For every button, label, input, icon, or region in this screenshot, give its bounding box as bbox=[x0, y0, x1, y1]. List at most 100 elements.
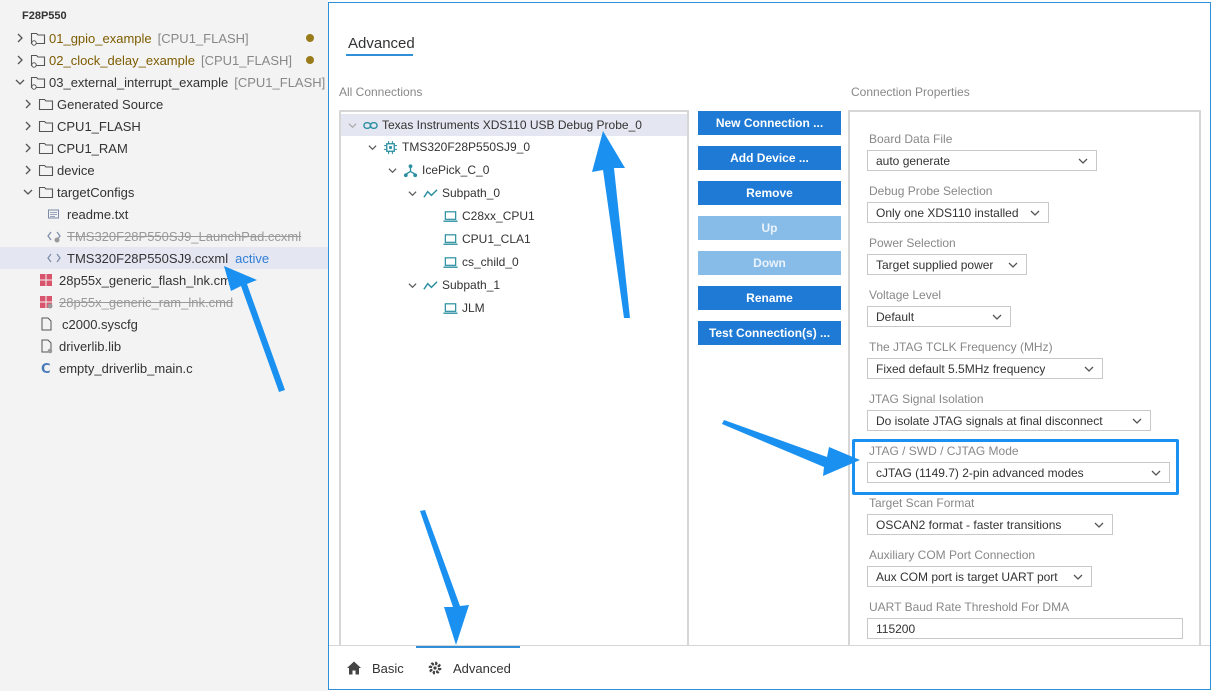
rename-button[interactable]: Rename bbox=[698, 286, 841, 310]
connection-probe[interactable]: Texas Instruments XDS110 USB Debug Probe… bbox=[341, 114, 687, 136]
tree-item-label: TMS320F28P550SJ9_LaunchPad.ccxml bbox=[67, 228, 302, 244]
connection-label: TMS320F28P550SJ9_0 bbox=[402, 140, 531, 154]
connection-cpu1-cla1[interactable]: CPU1_CLA1 bbox=[443, 228, 531, 250]
tree-item-readme[interactable]: readme.txt bbox=[0, 203, 328, 225]
tree-item-target-configs[interactable]: targetConfigs bbox=[0, 181, 328, 203]
active-badge: active bbox=[235, 250, 270, 266]
aux-com-port-select[interactable]: Aux COM port is target UART port bbox=[867, 566, 1092, 587]
tab-advanced[interactable]: Advanced bbox=[427, 646, 511, 690]
tree-item-external-interrupt-example[interactable]: 03_external_interrupt_example [CPU1_FLAS… bbox=[0, 71, 328, 93]
chevron-down-icon[interactable] bbox=[14, 76, 26, 88]
laptop-icon bbox=[443, 301, 458, 316]
connection-subpath-1[interactable]: Subpath_1 bbox=[405, 274, 500, 296]
select-value: auto generate bbox=[876, 153, 951, 168]
add-device-button[interactable]: Add Device ... bbox=[698, 146, 841, 170]
project-explorer: F28P550 01_gpio_example [CPU1_FLASH] 02_… bbox=[0, 0, 328, 691]
debug-probe-selection-select[interactable]: Only one XDS110 installed bbox=[867, 202, 1049, 223]
chevron-down-icon[interactable] bbox=[405, 189, 419, 198]
tree-item-main-c[interactable]: C empty_driverlib_main.c bbox=[0, 357, 328, 379]
tree-item-cpu1-ram[interactable]: CPU1_RAM bbox=[0, 137, 328, 159]
svg-text:C: C bbox=[41, 362, 51, 376]
chevron-down-icon[interactable] bbox=[22, 186, 34, 198]
connections-tree: Texas Instruments XDS110 USB Debug Probe… bbox=[339, 110, 689, 645]
tree-item-label: CPU1_FLASH bbox=[57, 118, 141, 134]
connection-label: JLM bbox=[462, 301, 485, 315]
debug-probe-selection-label: Debug Probe Selection bbox=[869, 184, 993, 198]
chevron-down-icon bbox=[1008, 262, 1018, 268]
connection-icepick[interactable]: IcePick_C_0 bbox=[385, 159, 489, 181]
connection-properties-panel: Board Data File auto generate Debug Prob… bbox=[848, 110, 1201, 650]
chevron-right-icon[interactable] bbox=[14, 54, 26, 66]
input-value: 115200 bbox=[876, 621, 916, 636]
tree-item-active-ccxml[interactable]: TMS320F28P550SJ9.ccxml active bbox=[0, 247, 328, 269]
target-scan-format-select[interactable]: OSCAN2 format - faster transitions bbox=[867, 514, 1113, 535]
laptop-icon bbox=[443, 209, 458, 224]
tree-item-generated-source[interactable]: Generated Source bbox=[0, 93, 328, 115]
jtag-tclk-frequency-select[interactable]: Fixed default 5.5MHz frequency bbox=[867, 358, 1103, 379]
chevron-down-icon[interactable] bbox=[345, 121, 359, 130]
chevron-right-icon[interactable] bbox=[22, 142, 34, 154]
tree-item-driverlib[interactable]: driverlib.lib bbox=[0, 335, 328, 357]
uart-baud-threshold-label: UART Baud Rate Threshold For DMA bbox=[869, 600, 1070, 614]
tree-root[interactable]: F28P550 bbox=[0, 5, 328, 27]
build-config-label: [CPU1_FLASH] bbox=[234, 74, 326, 90]
all-connections-label: All Connections bbox=[339, 85, 423, 99]
folder-icon bbox=[38, 162, 54, 178]
uart-baud-threshold-input[interactable]: 115200 bbox=[867, 618, 1183, 639]
windows-file-icon bbox=[38, 294, 54, 310]
tree-item-launchpad-ccxml[interactable]: TMS320F28P550SJ9_LaunchPad.ccxml bbox=[0, 225, 328, 247]
power-selection-select[interactable]: Target supplied power bbox=[867, 254, 1027, 275]
select-value: Only one XDS110 installed bbox=[876, 205, 1019, 220]
chevron-down-icon bbox=[1078, 158, 1088, 164]
chevron-right-icon[interactable] bbox=[22, 120, 34, 132]
select-value: Target supplied power bbox=[876, 257, 994, 272]
tree-item-label: c2000.syscfg bbox=[62, 316, 138, 332]
chevron-right-icon[interactable] bbox=[14, 32, 26, 44]
project-folder-icon bbox=[30, 52, 46, 68]
connection-label: CPU1_CLA1 bbox=[462, 232, 531, 246]
connection-properties-label: Connection Properties bbox=[851, 85, 970, 99]
tree-item-label: device bbox=[57, 162, 95, 178]
voltage-level-select[interactable]: Default bbox=[867, 306, 1011, 327]
chevron-down-icon[interactable] bbox=[405, 281, 419, 290]
tree-item-label: 28p55x_generic_flash_lnk.cmd bbox=[59, 272, 239, 288]
tree-item-cpu1-flash[interactable]: CPU1_FLASH bbox=[0, 115, 328, 137]
up-button[interactable]: Up bbox=[698, 216, 841, 240]
tree-item-device[interactable]: device bbox=[0, 159, 328, 181]
chevron-down-icon[interactable] bbox=[365, 143, 379, 152]
tree-item-syscfg[interactable]: c2000.syscfg bbox=[0, 313, 328, 335]
chevron-down-icon[interactable] bbox=[385, 166, 399, 175]
connection-jlm[interactable]: JLM bbox=[443, 297, 485, 319]
tree-item-label: CPU1_RAM bbox=[57, 140, 128, 156]
aux-com-port-label: Auxiliary COM Port Connection bbox=[869, 548, 1036, 562]
chevron-right-icon[interactable] bbox=[22, 164, 34, 176]
path-icon bbox=[423, 186, 438, 201]
tree-item-flash-lnk-cmd[interactable]: 28p55x_generic_flash_lnk.cmd bbox=[0, 269, 328, 291]
tab-basic[interactable]: Basic bbox=[346, 646, 404, 690]
select-value: OSCAN2 format - faster transitions bbox=[876, 517, 1062, 532]
chevron-right-icon[interactable] bbox=[22, 98, 34, 110]
connection-subpath-0[interactable]: Subpath_0 bbox=[405, 182, 500, 204]
jtag-swd-cjtag-mode-select[interactable]: cJTAG (1149.7) 2-pin advanced modes bbox=[867, 462, 1170, 483]
chevron-down-icon bbox=[1151, 470, 1161, 476]
jtag-signal-isolation-select[interactable]: Do isolate JTAG signals at final disconn… bbox=[867, 410, 1151, 431]
test-connection-button[interactable]: Test Connection(s) ... bbox=[698, 321, 841, 345]
tree-item-ram-lnk-cmd[interactable]: 28p55x_generic_ram_lnk.cmd bbox=[0, 291, 328, 313]
tree-item-gpio-example[interactable]: 01_gpio_example [CPU1_FLASH] bbox=[0, 27, 328, 49]
remove-button[interactable]: Remove bbox=[698, 181, 841, 205]
down-button[interactable]: Down bbox=[698, 251, 841, 275]
tree-item-label: 03_external_interrupt_example bbox=[49, 74, 229, 90]
folder-icon bbox=[38, 96, 54, 112]
connection-label: Subpath_1 bbox=[442, 278, 501, 292]
new-connection-button[interactable]: New Connection ... bbox=[698, 111, 841, 135]
connection-c28xx-cpu1[interactable]: C28xx_CPU1 bbox=[443, 205, 535, 227]
board-data-file-select[interactable]: auto generate bbox=[867, 150, 1097, 171]
jtag-swd-cjtag-mode-label: JTAG / SWD / CJTAG Mode bbox=[869, 444, 1019, 458]
xml-file-icon bbox=[46, 250, 62, 266]
connection-cs-child-0[interactable]: cs_child_0 bbox=[443, 251, 519, 273]
tab-label: Basic bbox=[372, 660, 404, 676]
connection-device[interactable]: TMS320F28P550SJ9_0 bbox=[365, 136, 530, 158]
tree-item-label: Generated Source bbox=[57, 96, 164, 112]
tree-item-clock-delay-example[interactable]: 02_clock_delay_example [CPU1_FLASH] bbox=[0, 49, 328, 71]
gear-icon bbox=[428, 661, 442, 675]
